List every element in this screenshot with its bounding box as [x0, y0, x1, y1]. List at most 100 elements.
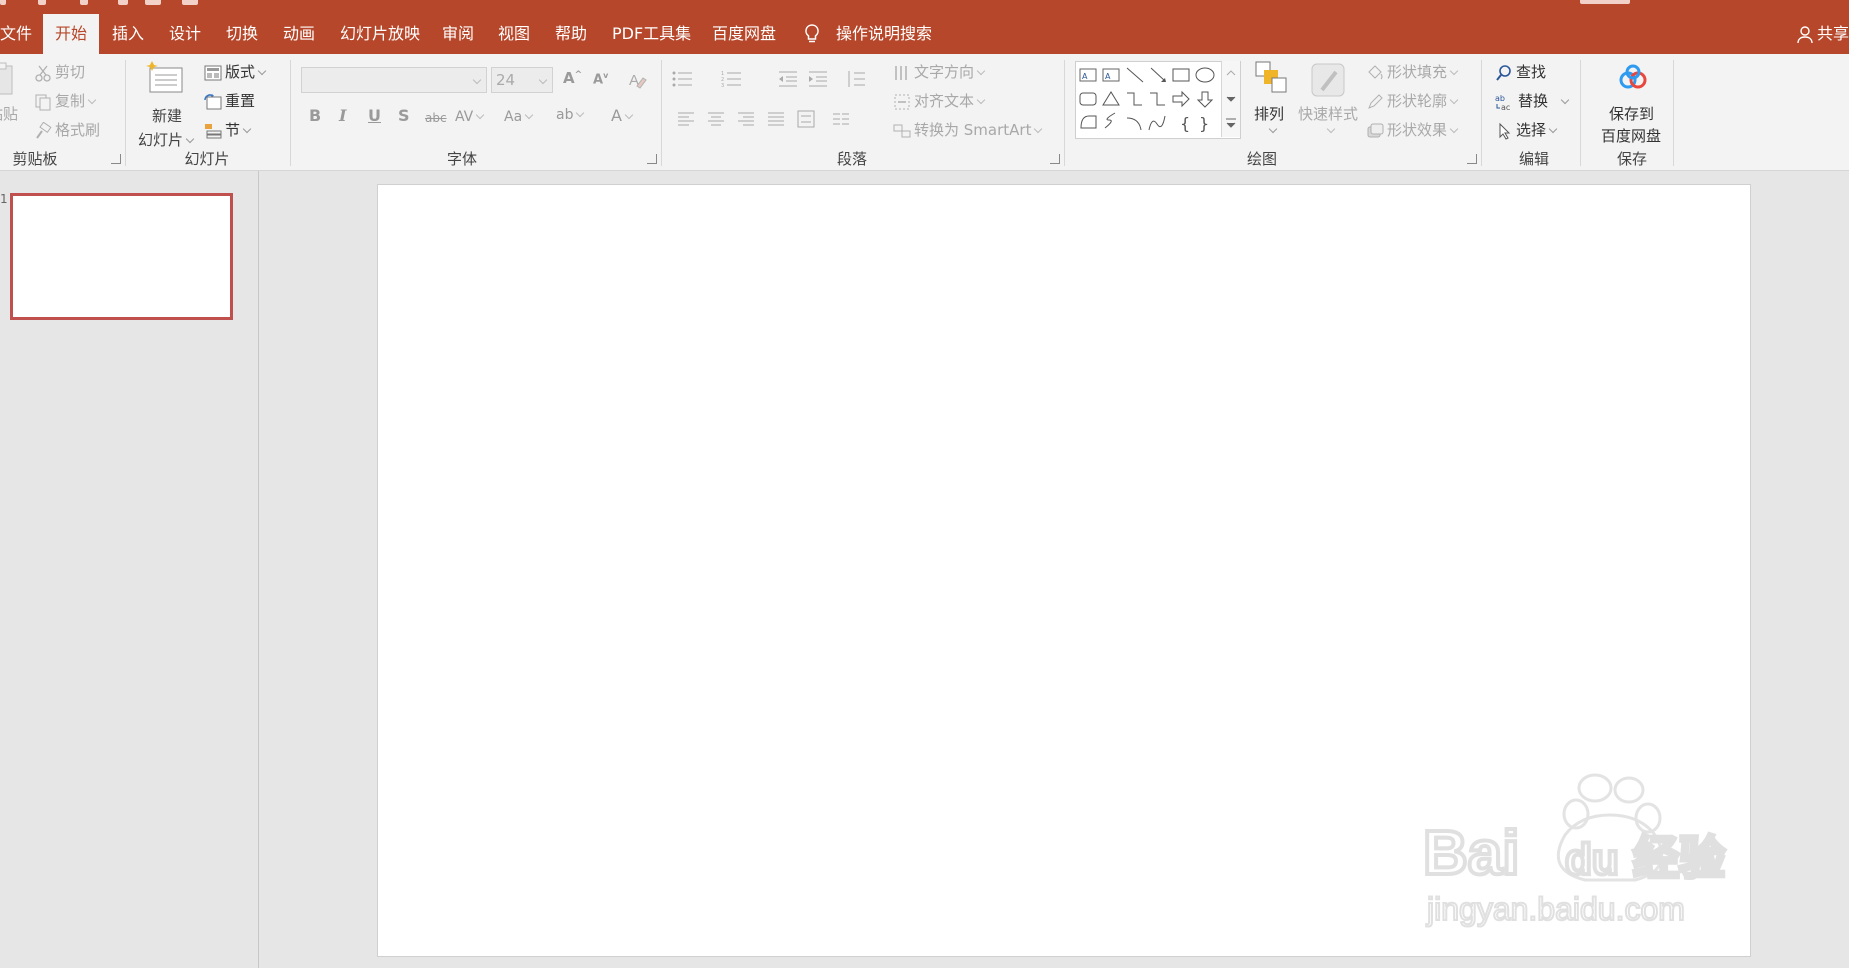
tab-transitions[interactable]: 切换 — [226, 14, 258, 54]
arrange-button[interactable]: 排列 — [1248, 60, 1292, 146]
lightbulb-icon — [805, 24, 819, 43]
font-size-value: 24 — [496, 71, 516, 89]
columns-icon[interactable] — [832, 111, 850, 127]
layout-icon — [204, 65, 222, 80]
numbering-icon[interactable]: 1 2 3 — [721, 70, 745, 88]
tab-pdf-tools[interactable]: PDF工具集 — [612, 14, 691, 54]
format-painter-button[interactable]: 格式刷 — [34, 118, 100, 142]
shape-fill-button[interactable]: 形状填充 — [1366, 60, 1459, 84]
line-spacing-icon[interactable] — [845, 70, 867, 88]
tab-baidu-netdisk[interactable]: 百度网盘 — [712, 14, 776, 54]
replace-button[interactable]: ab ac 替换 — [1495, 89, 1570, 113]
align-text-label: 对齐文本 — [914, 92, 975, 110]
copy-button[interactable]: 复制 — [34, 89, 97, 113]
shape-outline-button[interactable]: 形状轮廓 — [1366, 89, 1459, 113]
strikethrough-icon[interactable]: abc — [425, 111, 447, 125]
group-label-font: 字体 — [446, 150, 477, 168]
tab-file[interactable]: 文件 — [0, 14, 32, 54]
find-label: 查找 — [1516, 63, 1547, 81]
text-shadow-icon[interactable]: S — [398, 106, 410, 125]
align-right-icon[interactable] — [737, 111, 755, 127]
section-button[interactable]: 节 — [204, 118, 252, 142]
select-button[interactable]: 选择 — [1495, 118, 1558, 142]
quick-styles-button[interactable]: 快速样式 — [1296, 60, 1360, 146]
tab-animations[interactable]: 动画 — [283, 14, 315, 54]
save-to-baidu-button[interactable]: 保存到 百度网盘 — [1593, 60, 1671, 146]
rounded-rect-shape-icon — [1079, 92, 1097, 106]
slide-thumbnail[interactable] — [10, 193, 233, 320]
new-slide-button[interactable]: 新建 幻灯片 — [136, 60, 200, 149]
paragraph-launcher-icon[interactable] — [1050, 154, 1060, 164]
justify-icon[interactable] — [767, 111, 785, 127]
scribble-shape-icon — [1104, 112, 1116, 129]
convert-smartart-button[interactable]: 转换为 SmartArt — [893, 118, 1043, 142]
thumbnail-number: 1 — [0, 192, 8, 206]
char-spacing-icon[interactable]: AV — [455, 109, 485, 125]
tell-me-search[interactable]: 操作说明搜索 — [836, 14, 932, 54]
quick-access-item[interactable] — [0, 0, 6, 5]
tab-design[interactable]: 设计 — [169, 14, 201, 54]
cut-button[interactable]: 剪切 — [34, 60, 85, 84]
reset-icon — [204, 93, 222, 109]
shapes-gallery[interactable]: A A { } — [1075, 61, 1241, 139]
tab-view[interactable]: 视图 — [498, 14, 530, 54]
bullets-icon[interactable] — [672, 70, 696, 88]
font-name-combo[interactable] — [301, 67, 487, 93]
tab-insert[interactable]: 插入 — [112, 14, 144, 54]
arc-shape-icon — [1126, 117, 1142, 131]
tab-slideshow[interactable]: 幻灯片放映 — [340, 14, 420, 54]
grow-font-icon[interactable]: A^ — [563, 69, 582, 87]
group-separator — [290, 60, 291, 166]
align-text-button[interactable]: 对齐文本 — [893, 89, 986, 113]
share-button[interactable]: 共享 — [1797, 14, 1849, 54]
tab-home[interactable]: 开始 — [43, 14, 100, 54]
rectangle-shape-icon — [1172, 68, 1190, 82]
text-direction-icon — [895, 65, 907, 80]
svg-text:经验: 经验 — [1633, 832, 1725, 884]
layout-button[interactable]: 版式 — [204, 60, 267, 84]
svg-text:du: du — [1565, 835, 1619, 884]
text-direction-button[interactable]: 文字方向 — [893, 60, 986, 84]
font-launcher-icon[interactable] — [647, 154, 657, 164]
decrease-indent-icon[interactable] — [777, 70, 799, 88]
shapes-gallery-scroll[interactable] — [1221, 61, 1240, 137]
shape-fill-label: 形状填充 — [1387, 63, 1448, 81]
paste-button[interactable]: 粘贴 — [0, 62, 22, 123]
shape-effects-button[interactable]: 形状效果 — [1366, 118, 1459, 142]
align-center-icon[interactable] — [707, 111, 725, 127]
bold-icon[interactable]: B — [309, 106, 321, 125]
group-label-paragraph: 段落 — [836, 150, 867, 168]
shrink-font-icon[interactable]: Av — [593, 71, 608, 87]
align-left-icon[interactable] — [677, 111, 695, 127]
drawing-launcher-icon[interactable] — [1467, 154, 1477, 164]
find-button[interactable]: 查找 — [1495, 60, 1546, 84]
clipboard-launcher-icon[interactable] — [111, 154, 121, 164]
change-case-icon[interactable]: Aa — [504, 109, 534, 125]
group-separator — [1580, 60, 1581, 166]
clear-formatting-icon[interactable]: A — [627, 70, 647, 90]
italic-icon[interactable]: I — [339, 106, 346, 125]
arrow-shape-icon — [1150, 67, 1166, 82]
quick-access-item[interactable] — [145, 0, 161, 5]
copy-icon — [35, 94, 51, 110]
quick-access-item[interactable] — [118, 0, 128, 5]
copy-label: 复制 — [55, 92, 86, 110]
distributed-icon[interactable] — [797, 110, 815, 128]
increase-indent-icon[interactable] — [807, 70, 829, 88]
replace-icon: ab ac — [1495, 94, 1510, 111]
effects-icon — [1367, 123, 1384, 137]
underline-icon[interactable]: U — [368, 106, 381, 125]
quick-access-item[interactable] — [182, 0, 198, 5]
quick-access-item[interactable] — [38, 0, 46, 5]
quick-access-item[interactable] — [80, 0, 88, 5]
tab-review[interactable]: 审阅 — [442, 14, 474, 54]
highlight-color-icon[interactable]: ab — [556, 107, 585, 123]
font-color-icon[interactable]: A — [611, 106, 634, 125]
tab-help[interactable]: 帮助 — [555, 14, 587, 54]
textbox-shape-icon: A — [1079, 68, 1097, 82]
reset-button[interactable]: 重置 — [204, 89, 255, 113]
window-control[interactable] — [1580, 0, 1630, 4]
font-size-combo[interactable]: 24 — [491, 67, 553, 93]
person-icon — [1797, 25, 1813, 43]
group-label-drawing: 绘图 — [1246, 150, 1277, 168]
